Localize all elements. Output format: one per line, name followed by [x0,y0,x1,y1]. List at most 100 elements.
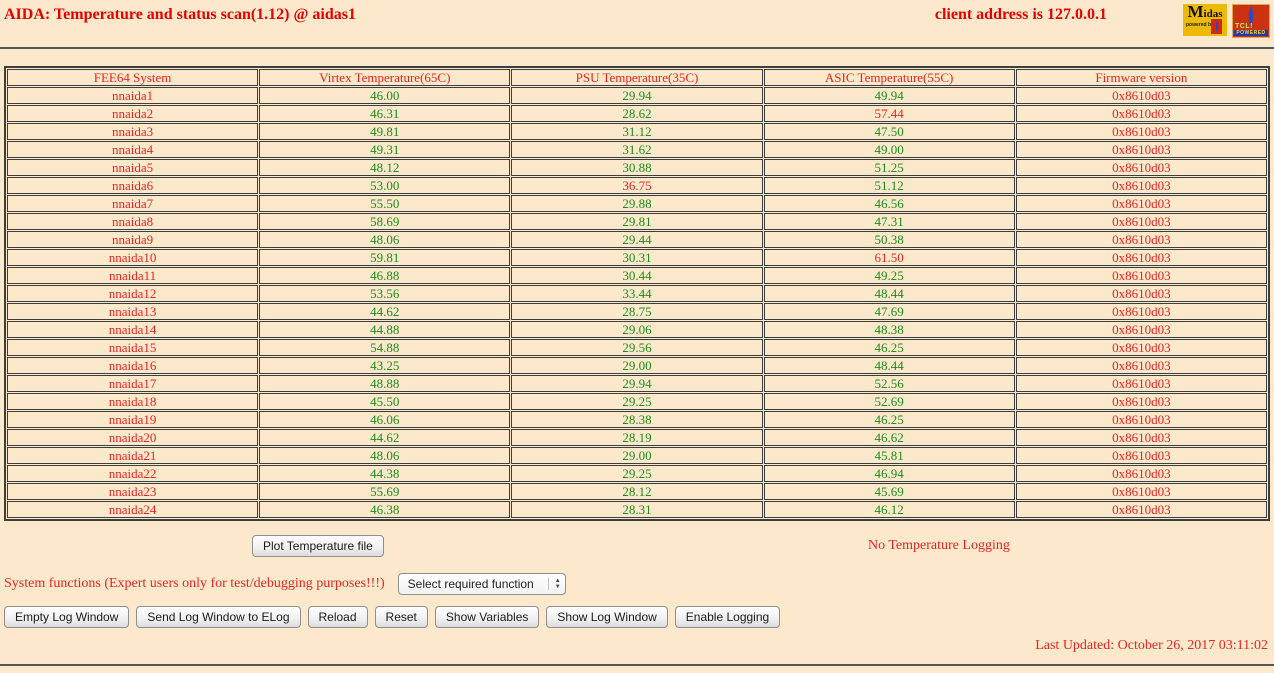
cell-asic-temperature: 49.25 [763,267,1015,284]
cell-psu-temperature: 29.56 [511,339,763,356]
function-select[interactable]: Select required function ▲ ▼ [397,572,566,595]
cell-asic-temperature: 50.38 [763,231,1015,248]
action-button-enable-logging[interactable]: Enable Logging [674,606,781,628]
cell-asic-temperature: 48.38 [763,321,1015,338]
cell-asic-temperature: 47.31 [763,213,1015,230]
cell-firmware-version: 0x8610d03 [1015,105,1267,122]
table-row: nnaida20 44.62 28.19 46.62 0x8610d03 [7,429,1267,446]
cell-psu-temperature: 36.75 [511,177,763,194]
table-row: nnaida4 49.31 31.62 49.00 0x8610d03 [7,141,1267,158]
cell-virtex-temperature: 49.81 [259,123,511,140]
action-button-reload[interactable]: Reload [307,606,368,628]
cell-psu-temperature: 29.94 [511,375,763,392]
header-bar: AIDA: Temperature and status scan(1.12) … [4,2,1270,38]
tcl-powered-logo[interactable]: TCL! POWERED [1232,4,1270,38]
table-row: nnaida16 43.25 29.00 48.44 0x8610d03 [7,357,1267,374]
cell-firmware-version: 0x8610d03 [1015,429,1267,446]
plot-temperature-button[interactable]: Plot Temperature file [252,535,384,557]
cell-firmware-version: 0x8610d03 [1015,159,1267,176]
column-header: Virtex Temperature(65C) [259,69,511,86]
cell-asic-temperature: 57.44 [763,105,1015,122]
table-row: nnaida9 48.06 29.44 50.38 0x8610d03 [7,231,1267,248]
cell-fee64-name: nnaida19 [7,411,259,428]
cell-fee64-name: nnaida23 [7,483,259,500]
cell-fee64-name: nnaida22 [7,465,259,482]
cell-firmware-version: 0x8610d03 [1015,249,1267,266]
cell-asic-temperature: 48.44 [763,285,1015,302]
action-button-show-variables[interactable]: Show Variables [434,606,540,628]
table-row: nnaida19 46.06 28.38 46.25 0x8610d03 [7,411,1267,428]
cell-psu-temperature: 33.44 [511,285,763,302]
bottom-divider [0,664,1274,666]
cell-psu-temperature: 29.88 [511,195,763,212]
cell-asic-temperature: 48.44 [763,357,1015,374]
table-row: nnaida13 44.62 28.75 47.69 0x8610d03 [7,303,1267,320]
tcl-powered-label: POWERED [1234,30,1268,36]
cell-virtex-temperature: 48.06 [259,231,511,248]
cell-fee64-name: nnaida17 [7,375,259,392]
tcl-logo-label: TCL! [1235,23,1253,30]
cell-firmware-version: 0x8610d03 [1015,303,1267,320]
cell-asic-temperature: 51.25 [763,159,1015,176]
logo-group: Midas powered by TCL! POWERED [1183,2,1270,38]
cell-asic-temperature: 52.56 [763,375,1015,392]
cell-psu-temperature: 28.31 [511,501,763,518]
cell-firmware-version: 0x8610d03 [1015,501,1267,518]
cell-virtex-temperature: 44.38 [259,465,511,482]
cell-psu-temperature: 31.12 [511,123,763,140]
action-button-empty-log-window[interactable]: Empty Log Window [4,606,130,628]
cell-psu-temperature: 29.44 [511,231,763,248]
cell-asic-temperature: 49.00 [763,141,1015,158]
cell-fee64-name: nnaida11 [7,267,259,284]
cell-psu-temperature: 28.38 [511,411,763,428]
cell-virtex-temperature: 45.50 [259,393,511,410]
cell-virtex-temperature: 46.88 [259,267,511,284]
cell-fee64-name: nnaida8 [7,213,259,230]
cell-fee64-name: nnaida21 [7,447,259,464]
table-row: nnaida10 59.81 30.31 61.50 0x8610d03 [7,249,1267,266]
cell-firmware-version: 0x8610d03 [1015,393,1267,410]
table-row: nnaida1 46.00 29.94 49.94 0x8610d03 [7,87,1267,104]
cell-psu-temperature: 30.44 [511,267,763,284]
table-row: nnaida24 46.38 28.31 46.12 0x8610d03 [7,501,1267,518]
cell-fee64-name: nnaida20 [7,429,259,446]
cell-psu-temperature: 29.00 [511,357,763,374]
midas-logo[interactable]: Midas powered by [1183,2,1227,36]
cell-firmware-version: 0x8610d03 [1015,483,1267,500]
cell-firmware-version: 0x8610d03 [1015,123,1267,140]
column-header: PSU Temperature(35C) [511,69,763,86]
temperature-table: FEE64 System Virtex Temperature(65C) PSU T… [4,66,1270,521]
table-row: nnaida14 44.88 29.06 48.38 0x8610d03 [7,321,1267,338]
cell-virtex-temperature: 53.56 [259,285,511,302]
cell-firmware-version: 0x8610d03 [1015,321,1267,338]
action-button-reset[interactable]: Reset [374,606,428,628]
log-button-bar: Empty Log Window Send Log Window to ELog R… [4,606,1270,628]
cell-firmware-version: 0x8610d03 [1015,411,1267,428]
system-functions-row: System functions (Expert users only for … [4,572,1270,595]
cell-fee64-name: nnaida9 [7,231,259,248]
cell-fee64-name: nnaida18 [7,393,259,410]
cell-virtex-temperature: 48.06 [259,447,511,464]
cell-psu-temperature: 29.25 [511,465,763,482]
midas-powered-by-label: powered by [1186,22,1214,28]
cell-psu-temperature: 30.88 [511,159,763,176]
cell-psu-temperature: 29.00 [511,447,763,464]
cell-asic-temperature: 46.56 [763,195,1015,212]
cell-firmware-version: 0x8610d03 [1015,267,1267,284]
cell-virtex-temperature: 44.62 [259,429,511,446]
cell-firmware-version: 0x8610d03 [1015,141,1267,158]
cell-firmware-version: 0x8610d03 [1015,339,1267,356]
column-header: Firmware version [1015,69,1267,86]
action-button-show-log-window[interactable]: Show Log Window [546,606,668,628]
page-title: AIDA: Temperature and status scan(1.12) … [4,6,356,23]
cell-asic-temperature: 45.81 [763,447,1015,464]
cell-psu-temperature: 31.62 [511,141,763,158]
cell-virtex-temperature: 48.12 [259,159,511,176]
action-button-send-log-window-to-elog[interactable]: Send Log Window to ELog [136,606,301,628]
cell-asic-temperature: 46.12 [763,501,1015,518]
cell-asic-temperature: 46.94 [763,465,1015,482]
cell-virtex-temperature: 59.81 [259,249,511,266]
cell-fee64-name: nnaida24 [7,501,259,518]
cell-fee64-name: nnaida15 [7,339,259,356]
cell-asic-temperature: 45.69 [763,483,1015,500]
